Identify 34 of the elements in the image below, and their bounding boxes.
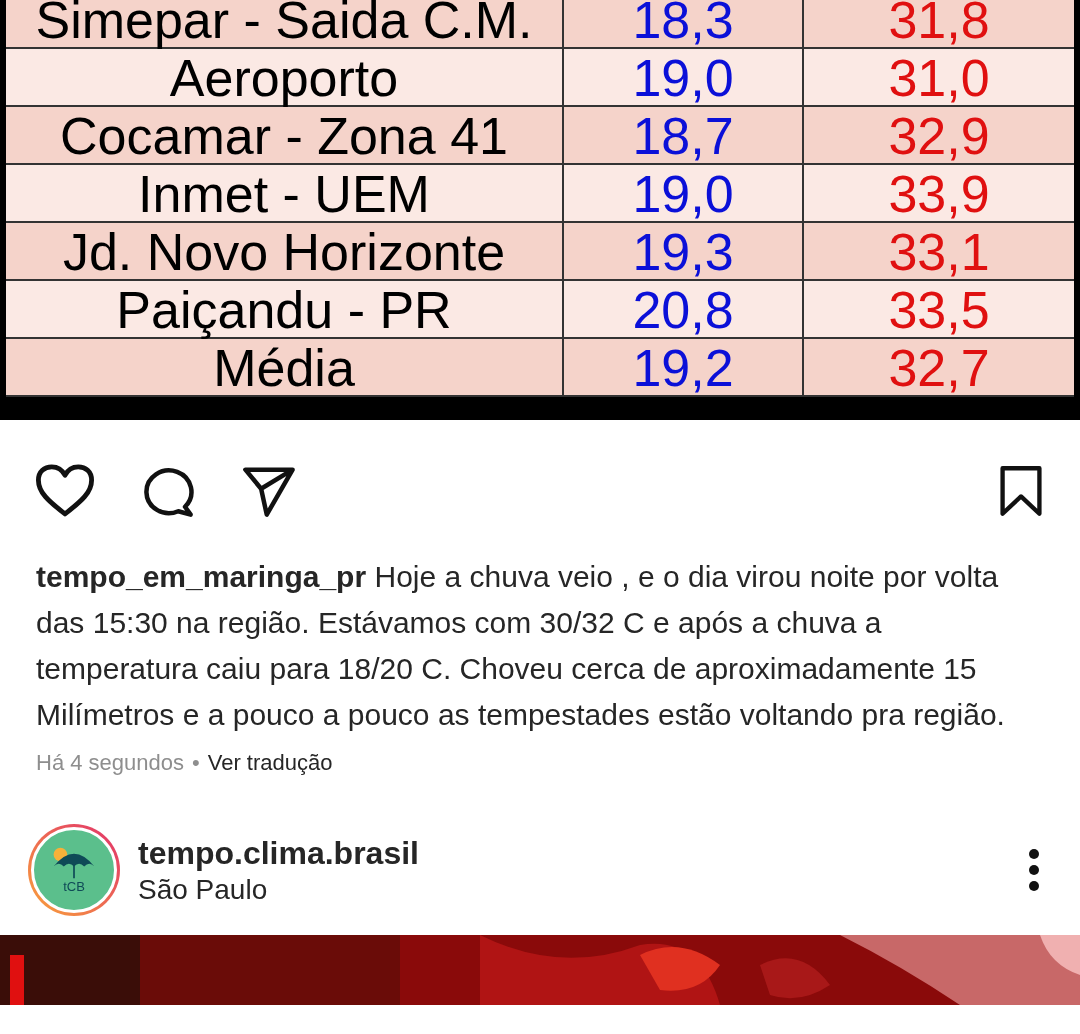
more-options-icon[interactable]	[1028, 848, 1040, 892]
table-cell: Média	[6, 339, 564, 395]
table-cell: Jd. Novo Horizonte	[6, 223, 564, 279]
table-cell-text: 31,8	[887, 0, 991, 47]
location-link[interactable]: São Paulo	[138, 873, 1028, 906]
table-cell: 19,0	[564, 49, 804, 105]
username-link[interactable]: tempo.clima.brasil	[138, 834, 1028, 872]
table-cell: 19,2	[564, 339, 804, 395]
username-link[interactable]: tempo_em_maringa_pr	[36, 560, 367, 593]
table-cell-text: 32,9	[887, 107, 991, 163]
table-cell-text: 33,1	[887, 223, 991, 279]
table-cell-text: 33,5	[887, 281, 991, 337]
table-cell: 19,3	[564, 223, 804, 279]
send-icon[interactable]	[240, 464, 298, 518]
table-cell: Aeroporto	[6, 49, 564, 105]
table-cell-text: 32,7	[887, 339, 991, 395]
avatar[interactable]: tCB	[28, 824, 120, 916]
table-cell-text: 33,9	[887, 165, 991, 221]
table-cell: Cocamar - Zona 41	[6, 107, 564, 163]
table-cell: Simepar - Saida C.M.	[6, 0, 564, 47]
separator-dot: •	[192, 750, 200, 776]
translate-link[interactable]: Ver tradução	[207, 750, 333, 776]
table-cell: Inmet - UEM	[6, 165, 564, 221]
post-caption: tempo_em_maringa_pr Hoje a chuva veio , e o dia virou noite por volta das 15:30 na região. Estávamos com 30/32 C e após a chuva a temperatura caiu para 18/20 C. Choveu cerca de aproximadamente 15 Milímetros e a pouco a pouco as tempestades estão voltando pra região.	[36, 559, 1006, 733]
logo-text: tCB	[63, 880, 85, 894]
table-cell-text: 31,0	[887, 49, 991, 105]
table-cell: 18,3	[564, 0, 804, 47]
table-cell: Paiçandu - PR	[6, 281, 564, 337]
post-time: Há 4 segundos	[36, 750, 184, 776]
heart-icon[interactable]	[36, 464, 94, 518]
table-cell: 19,0	[564, 165, 804, 221]
table-cell: 20,8	[564, 281, 804, 337]
table-cell: 18,7	[564, 107, 804, 163]
bookmark-icon[interactable]	[998, 465, 1044, 517]
